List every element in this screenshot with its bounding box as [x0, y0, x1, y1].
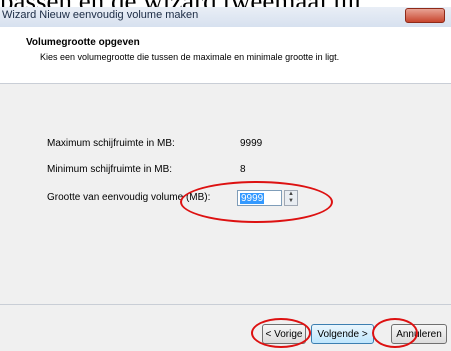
min-space-value: 8	[240, 164, 246, 175]
close-button[interactable]	[405, 8, 445, 23]
annotation-ellipse-back-button	[251, 318, 311, 348]
max-space-label: Maximum schijfruimte in MB:	[47, 138, 175, 149]
wizard-header: Volumegrootte opgeven Kies een volumegro…	[0, 27, 451, 84]
title-bar: Wizard Nieuw eenvoudig volume maken	[0, 7, 451, 27]
page-title: Volumegrootte opgeven	[26, 37, 140, 48]
annotation-ellipse-size-field	[180, 181, 333, 223]
window-title: Wizard Nieuw eenvoudig volume maken	[2, 9, 199, 21]
min-space-label: Minimum schijfruimte in MB:	[47, 164, 173, 175]
max-space-value: 9999	[240, 138, 263, 149]
annotation-ellipse-cancel-button	[372, 318, 418, 348]
page-subtitle: Kies een volumegrootte die tussen de max…	[40, 52, 340, 62]
next-button[interactable]: Volgende >	[311, 324, 374, 344]
